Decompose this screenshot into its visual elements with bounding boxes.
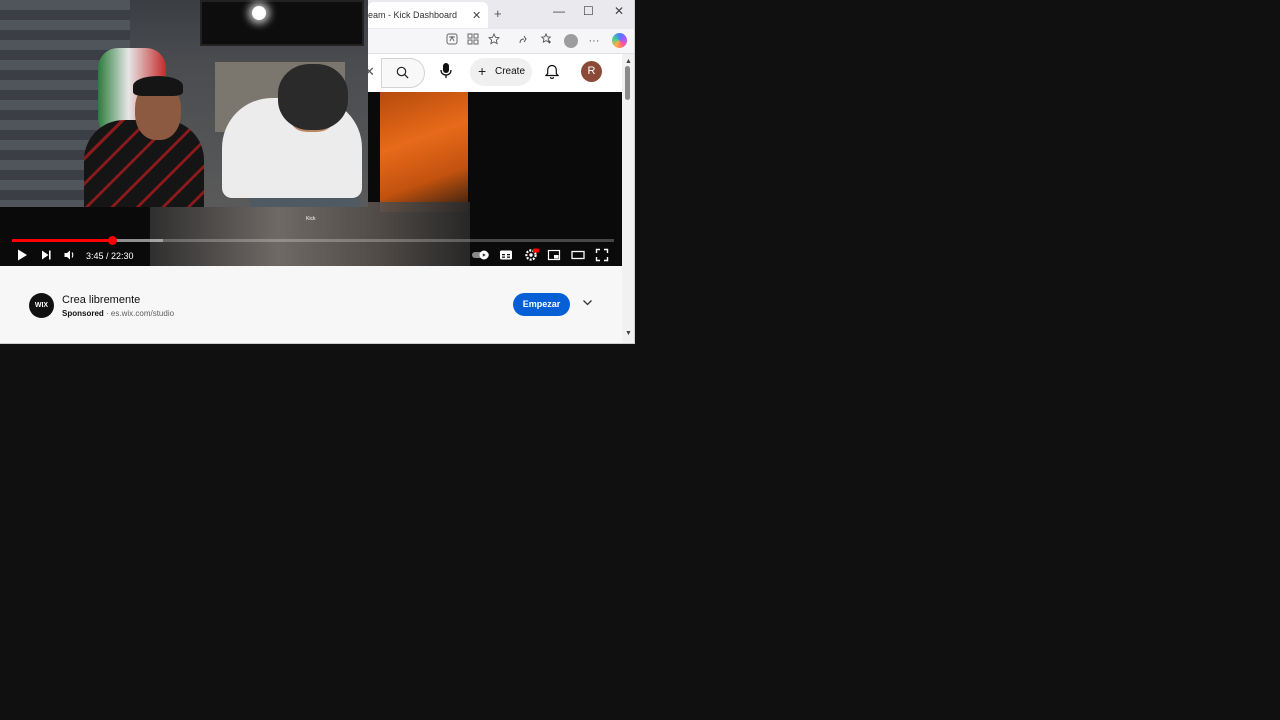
search-icon — [396, 66, 409, 79]
next-icon — [42, 250, 51, 260]
search-button[interactable] — [381, 58, 425, 88]
sponsored-label: Sponsored — [62, 309, 104, 318]
tab-close-icon[interactable]: ✕ — [472, 9, 481, 22]
progress-bar[interactable] — [12, 236, 614, 245]
theater-mode-button[interactable] — [571, 248, 585, 262]
webcam-person-left-hair — [133, 76, 183, 96]
notifications-bell-icon[interactable] — [545, 64, 559, 80]
subtitles-icon — [500, 250, 512, 260]
time-display: 3:45 / 22:30 — [86, 251, 134, 261]
microphone-icon — [440, 63, 452, 78]
voice-search-button[interactable] — [439, 62, 457, 82]
scroll-down-icon[interactable]: ▼ — [625, 330, 632, 337]
favorites-icon[interactable] — [538, 32, 554, 49]
copilot-icon[interactable] — [612, 33, 627, 48]
miniplayer-icon — [547, 249, 561, 261]
webcam-tv — [200, 0, 364, 46]
fullscreen-icon — [595, 248, 609, 262]
ad-cta-button[interactable]: Empezar — [513, 293, 570, 316]
page-scrollbar[interactable]: ▲ ▼ — [622, 54, 634, 343]
webcam-person-right-head — [278, 64, 348, 130]
volume-button[interactable] — [63, 248, 76, 262]
autoplay-toggle[interactable] — [471, 248, 491, 262]
extensions-icon[interactable] — [465, 33, 481, 49]
chevron-down-icon[interactable] — [582, 299, 593, 307]
subtitles-button[interactable] — [499, 248, 513, 262]
next-button[interactable] — [40, 248, 52, 262]
tab-title: eam - Kick Dashboard — [368, 10, 458, 20]
ad-separator: · — [106, 309, 109, 318]
window-close-icon[interactable]: ✕ — [614, 4, 624, 18]
split-screen-icon[interactable] — [515, 33, 531, 49]
minimize-icon[interactable]: — — [553, 4, 565, 18]
settings-button[interactable] — [524, 248, 539, 262]
browser-tab[interactable]: eam - Kick Dashboard ✕ — [368, 2, 488, 28]
play-icon — [18, 249, 27, 261]
sponsored-ad[interactable]: WIX Crea libremente Sponsored · es.wix.c… — [0, 283, 622, 331]
ad-domain[interactable]: es.wix.com/studio — [111, 309, 174, 318]
webcam-light — [252, 6, 266, 20]
more-icon[interactable]: ··· — [586, 33, 602, 49]
maximize-icon[interactable]: ☐ — [583, 4, 594, 18]
play-button[interactable] — [16, 248, 28, 262]
translate-icon[interactable] — [444, 33, 460, 49]
progress-played — [12, 239, 113, 242]
progress-scrubber[interactable] — [108, 236, 118, 245]
miniplayer-button[interactable] — [547, 248, 561, 262]
video-frame-blur — [380, 92, 468, 212]
theater-icon — [571, 250, 585, 260]
scroll-thumb[interactable] — [625, 66, 630, 100]
advertiser-logo[interactable]: WIX — [29, 293, 54, 318]
ad-subline: Sponsored · es.wix.com/studio — [62, 309, 174, 318]
favorite-star-icon[interactable] — [486, 32, 502, 49]
new-tab-icon[interactable]: + — [494, 6, 502, 21]
webcam-overlay — [0, 0, 368, 207]
fullscreen-button[interactable] — [595, 248, 609, 262]
autoplay-toggle-icon — [472, 250, 489, 260]
settings-icon — [525, 248, 539, 261]
video-frame-motion — [150, 202, 470, 266]
volume-icon — [64, 250, 74, 260]
account-avatar[interactable]: R — [581, 61, 602, 82]
create-label: Create — [495, 66, 526, 77]
create-button[interactable]: + Create — [470, 58, 532, 86]
video-watermark: Kick — [306, 216, 316, 222]
plus-icon: + — [478, 63, 487, 79]
scroll-up-icon[interactable]: ▲ — [625, 58, 632, 65]
profile-icon[interactable] — [564, 34, 578, 48]
ad-title[interactable]: Crea libremente — [62, 294, 140, 306]
